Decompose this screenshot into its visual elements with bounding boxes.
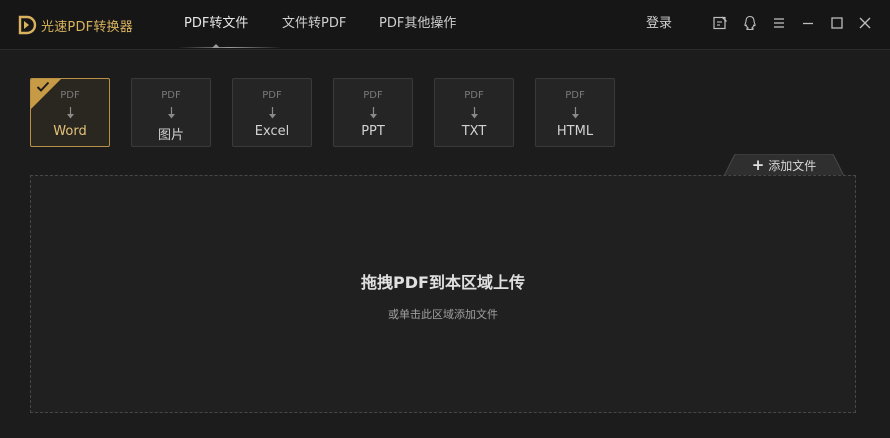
card-source-label: PDF <box>262 90 282 101</box>
active-tab-caret <box>212 44 220 48</box>
down-arrow-icon <box>370 107 377 119</box>
format-card-ppt[interactable]: PDF PPT <box>333 78 413 147</box>
card-source-label: PDF <box>161 90 181 101</box>
card-source-label: PDF <box>60 90 80 101</box>
minimize-icon[interactable] <box>800 15 816 31</box>
dropzone-title: 拖拽PDF到本区域上传 <box>361 273 525 292</box>
title-bar: 光速PDF转换器 PDF转文件 文件转PDF PDF其他操作 登录 <box>0 0 890 50</box>
card-source-label: PDF <box>464 90 484 101</box>
down-arrow-icon <box>269 107 276 119</box>
dropzone-subtitle: 或单击此区域添加文件 <box>388 308 498 321</box>
down-arrow-icon <box>168 107 175 119</box>
format-card-txt[interactable]: PDF TXT <box>434 78 514 147</box>
tab-file-to-pdf[interactable]: 文件转PDF <box>282 0 346 50</box>
close-icon[interactable] <box>857 15 873 31</box>
down-arrow-icon <box>67 107 74 119</box>
down-arrow-icon <box>572 107 579 119</box>
add-file-label: 添加文件 <box>768 158 817 173</box>
logo-icon <box>18 15 37 35</box>
card-source-label: PDF <box>565 90 585 101</box>
tab-pdf-to-file[interactable]: PDF转文件 <box>184 0 248 50</box>
format-card-excel[interactable]: PDF Excel <box>232 78 312 147</box>
login-button[interactable]: 登录 <box>646 0 672 50</box>
plus-icon: + <box>751 155 765 174</box>
active-tab-indicator <box>178 47 282 48</box>
maximize-icon[interactable] <box>829 15 845 31</box>
card-target-label: Word <box>53 124 87 139</box>
format-card-html[interactable]: PDF HTML <box>535 78 615 147</box>
card-source-label: PDF <box>363 90 383 101</box>
app-logo: 光速PDF转换器 <box>16 13 133 37</box>
tab-pdf-other[interactable]: PDF其他操作 <box>379 0 456 50</box>
down-arrow-icon <box>471 107 478 119</box>
upload-dropzone[interactable]: 拖拽PDF到本区域上传 或单击此区域添加文件 <box>30 175 856 413</box>
menu-icon[interactable] <box>771 15 787 31</box>
card-target-label: TXT <box>461 124 487 139</box>
card-target-label: PPT <box>361 124 385 139</box>
add-file-button[interactable]: + 添加文件 <box>724 154 844 176</box>
app-name: 光速PDF转换器 <box>41 19 133 35</box>
edit-icon[interactable] <box>712 15 728 31</box>
card-target-label: HTML <box>556 124 594 139</box>
card-target-label: Excel <box>254 124 290 139</box>
card-target-label: 图片 <box>157 128 184 143</box>
format-card-image[interactable]: PDF 图片 <box>131 78 211 147</box>
qq-icon[interactable] <box>742 15 758 31</box>
format-card-word[interactable]: PDF Word <box>30 78 110 147</box>
